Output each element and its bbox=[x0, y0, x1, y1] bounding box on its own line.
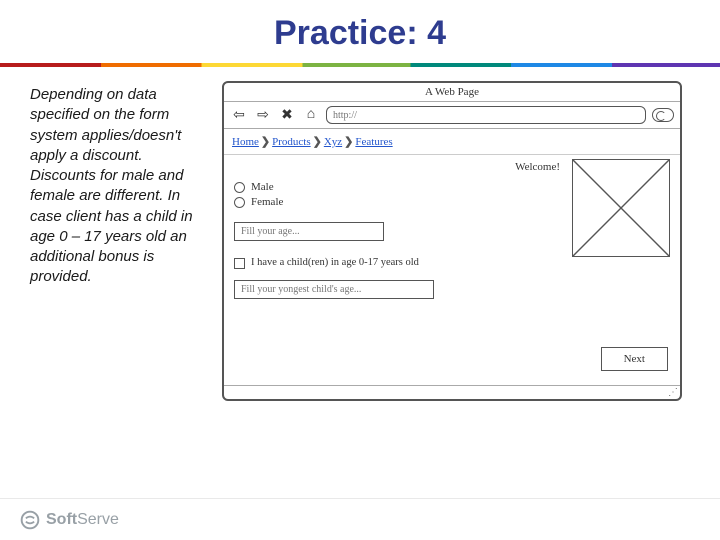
radio-icon bbox=[234, 197, 245, 208]
browser-mockup: A Web Page ⇦ ⇨ ✖ ⌂ http:// Home❯Products… bbox=[222, 81, 682, 401]
has-child-checkbox[interactable]: I have a child(ren) in age 0-17 years ol… bbox=[234, 257, 434, 270]
page-title: Practice: 4 bbox=[0, 14, 720, 53]
next-button[interactable]: Next bbox=[601, 347, 668, 371]
forward-icon[interactable]: ⇨ bbox=[254, 106, 272, 124]
body-row: Depending on data specified on the form … bbox=[0, 67, 720, 498]
radio-male-label: Male bbox=[251, 181, 274, 193]
crumb-products[interactable]: Products bbox=[272, 136, 311, 148]
breadcrumb: Home❯Products❯Xyz❯Features bbox=[224, 129, 680, 155]
slide: Practice: 4 Depending on data specified … bbox=[0, 0, 720, 540]
browser-toolbar: ⇦ ⇨ ✖ ⌂ http:// bbox=[224, 102, 680, 129]
checkbox-label: I have a child(ren) in age 0-17 years ol… bbox=[251, 257, 419, 270]
loading-icon bbox=[652, 108, 674, 122]
image-placeholder bbox=[572, 159, 670, 257]
url-input[interactable]: http:// bbox=[326, 106, 646, 124]
page-content: Welcome! Male Female Fill your age... I … bbox=[224, 155, 680, 385]
radio-female-label: Female bbox=[251, 196, 283, 208]
mock-statusbar: ⋰ bbox=[224, 385, 680, 399]
radio-icon bbox=[234, 182, 245, 193]
close-icon[interactable]: ✖ bbox=[278, 106, 296, 124]
welcome-text: Welcome! bbox=[515, 161, 560, 173]
description-text: Depending on data specified on the form … bbox=[30, 85, 210, 498]
age-input[interactable]: Fill your age... bbox=[234, 222, 384, 241]
back-icon[interactable]: ⇦ bbox=[230, 106, 248, 124]
checkbox-icon bbox=[234, 258, 245, 269]
home-icon[interactable]: ⌂ bbox=[302, 106, 320, 124]
slide-footer: SoftServe bbox=[0, 498, 720, 540]
crumb-xyz[interactable]: Xyz bbox=[324, 136, 342, 148]
brand-logo: SoftServe bbox=[20, 510, 119, 530]
child-age-input[interactable]: Fill your yongest child's age... bbox=[234, 280, 434, 299]
brand-text: SoftServe bbox=[46, 511, 119, 529]
child-age-placeholder: Fill your yongest child's age... bbox=[241, 284, 361, 295]
title-block: Practice: 4 bbox=[0, 0, 720, 63]
crumb-features[interactable]: Features bbox=[355, 136, 392, 148]
resize-grip-icon: ⋰ bbox=[668, 388, 678, 398]
age-placeholder: Fill your age... bbox=[241, 226, 300, 237]
window-title: A Web Page bbox=[224, 83, 680, 102]
crumb-home[interactable]: Home bbox=[232, 136, 259, 148]
softserve-icon bbox=[20, 510, 40, 530]
url-placeholder: http:// bbox=[333, 110, 357, 121]
mockup-wrap: A Web Page ⇦ ⇨ ✖ ⌂ http:// Home❯Products… bbox=[222, 81, 704, 498]
